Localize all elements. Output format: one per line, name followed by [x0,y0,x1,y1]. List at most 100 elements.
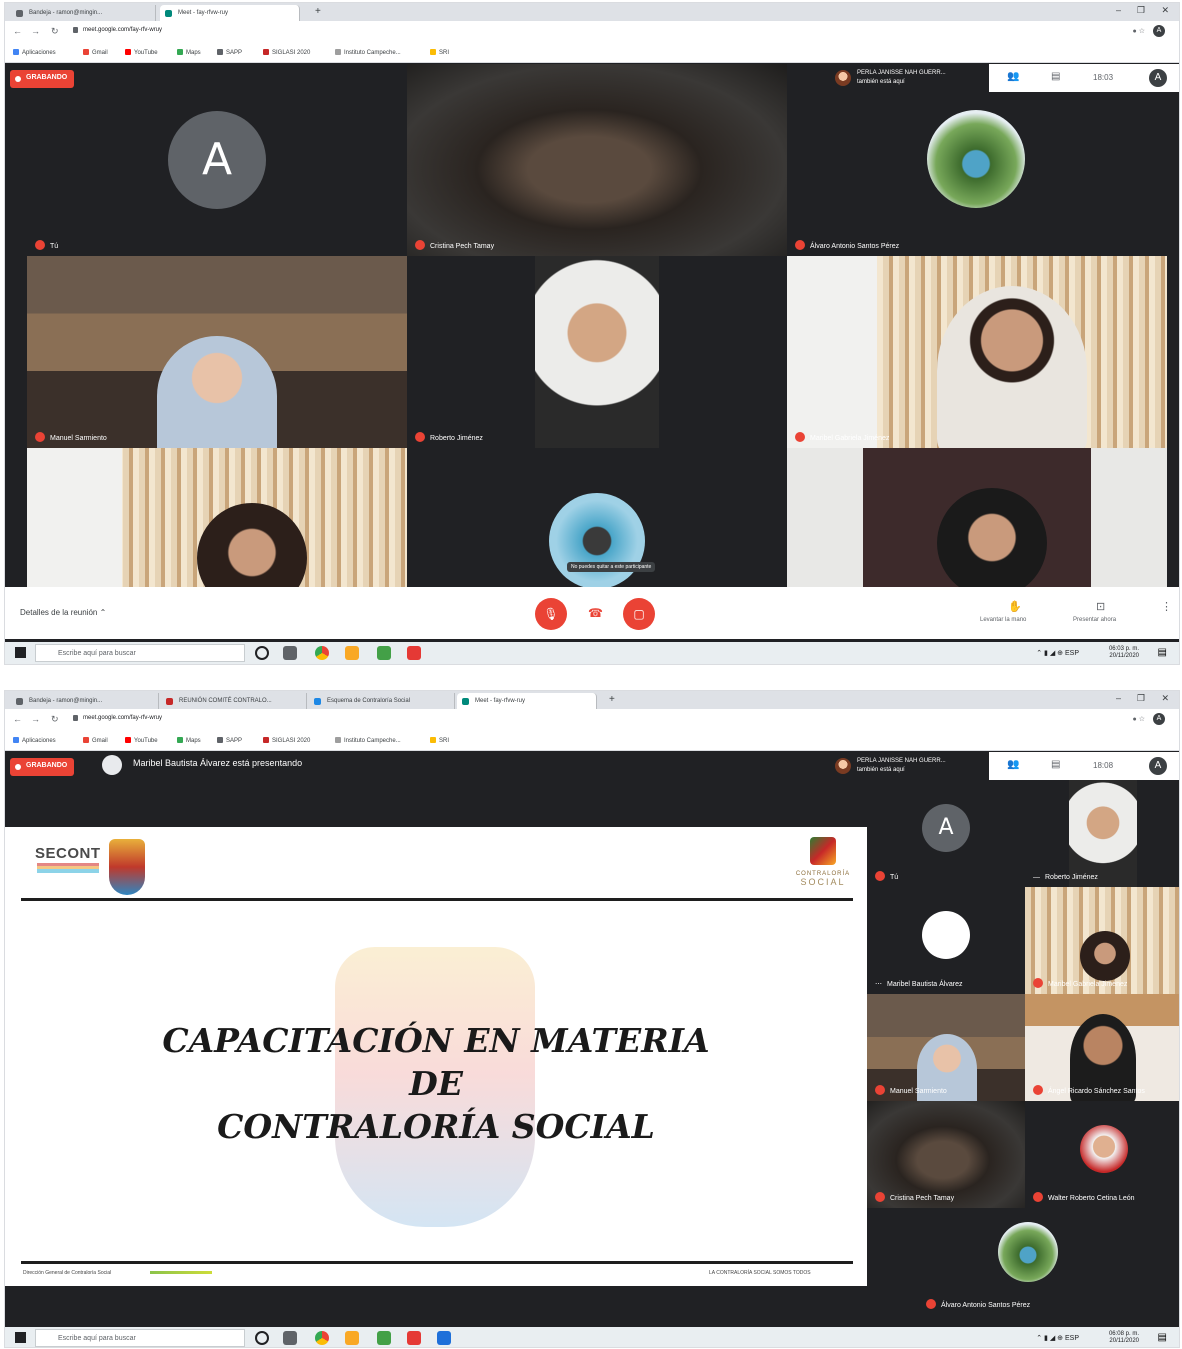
file-explorer-icon[interactable] [345,1331,359,1345]
present-now-button[interactable]: Presentar ahora [1073,617,1116,623]
cortana-icon[interactable] [255,646,269,660]
participant-tile[interactable]: Manuel Sarmiento [867,994,1025,1101]
bookmark-item[interactable]: SAPP [217,737,242,744]
raise-hand-button[interactable]: Levantar la mano [980,617,1026,623]
url-field[interactable]: meet.google.com/fay-rfv-wruy [83,27,162,33]
hang-up-icon[interactable]: ☎ [588,606,603,620]
chrome-icon[interactable] [315,646,329,660]
participant-tile[interactable]: Manuel Sarmiento [27,256,407,448]
participant-tile[interactable]: Cristina Pech Tamay [407,64,787,256]
participant-tile[interactable]: Cristina Pech Tamay [867,1101,1025,1208]
participant-tile[interactable]: No puedes quitar a este participante [407,448,787,587]
cortana-icon[interactable] [255,1331,269,1345]
taskbar-search-input[interactable]: Escribe aquí para buscar [35,644,245,662]
bookmark-item[interactable]: SRI [430,49,449,56]
participant-tile[interactable]: ⋯ Maribel Bautista Álvarez [867,887,1025,994]
self-avatar[interactable]: A [1149,757,1167,775]
participant-tile[interactable] [27,448,407,587]
bookmark-item[interactable]: SRI [430,737,449,744]
bookmark-item[interactable]: Gmail [83,737,108,744]
participant-tile[interactable]: Maribel Gabriela Jiménez [1025,887,1179,994]
participant-tile[interactable]: Álvaro Antonio Santos Pérez [918,1208,1138,1315]
file-explorer-icon[interactable] [345,646,359,660]
system-clock[interactable]: 06:08 p. m. 20/11/2020 [1109,1331,1139,1345]
close-window-icon[interactable]: ✕ [1161,693,1169,704]
bookmark-item[interactable]: SIGLASI 2020 [263,49,310,56]
participant-tile[interactable]: Ángel Ricardo Sánchez Santos [1025,994,1179,1101]
forward-icon[interactable]: → [31,26,40,36]
windows-start-icon[interactable] [15,1332,26,1343]
bookmark-item[interactable]: Aplicaciones [13,737,56,744]
url-field[interactable]: meet.google.com/fay-rfv-wruy [83,715,162,721]
new-tab-icon[interactable]: + [315,6,321,17]
bookmark-item[interactable]: Instituto Campeche... [335,49,401,56]
forward-icon[interactable]: → [31,714,40,724]
minimize-icon[interactable]: – [1116,5,1121,15]
close-window-icon[interactable]: ✕ [1161,5,1169,16]
system-tray-icons[interactable]: ⌃ ▮ ◢ ⊕ ESP [1036,649,1079,657]
mic-toggle-button[interactable]: 🎙 [535,598,567,630]
participant-tile[interactable]: A Tú [27,64,407,256]
reload-icon[interactable]: ↻ [51,714,59,725]
participant-tile[interactable]: A Tú [867,780,1025,887]
camera-toggle-button[interactable]: ▢ [623,598,655,630]
meeting-details-button[interactable]: Detalles de la reunión ⌃ [20,608,106,617]
bookmark-item[interactable]: Maps [177,737,201,744]
chrome-icon[interactable] [315,1331,329,1345]
more-options-icon[interactable]: ⋮ [1161,600,1172,613]
participant-tile[interactable] [787,448,1167,587]
people-icon[interactable]: 👥 [1007,71,1019,82]
self-avatar[interactable]: A [1149,69,1167,87]
browser-tab[interactable]: REUNIÓN COMITÉ CONTRALO... [161,693,307,709]
raise-hand-icon[interactable]: ✋ [1008,600,1022,613]
bookmark-item[interactable]: Maps [177,49,201,56]
app-icon[interactable] [377,646,391,660]
participant-tile[interactable]: Walter Roberto Cetina León [1025,1101,1179,1208]
app-icon[interactable] [377,1331,391,1345]
back-icon[interactable]: ← [13,26,22,36]
maximize-icon[interactable]: ❐ [1137,5,1145,16]
bookmark-item[interactable]: Gmail [83,49,108,56]
bookmark-item[interactable]: Aplicaciones [13,49,56,56]
notifications-icon[interactable]: ▤ [1158,647,1167,658]
browser-tab-active[interactable]: Meet - fay-rfvw-ruy [457,693,597,709]
taskbar-search-input[interactable]: Escribe aquí para buscar [35,1329,245,1347]
bookmark-item[interactable]: SIGLASI 2020 [263,737,310,744]
system-tray-icons[interactable]: ⌃ ▮ ◢ ⊕ ESP [1036,1334,1079,1342]
new-tab-icon[interactable]: + [609,694,615,705]
browser-tab-active[interactable]: Meet - fay-rfvw-ruy [160,5,300,21]
participant-tile[interactable]: — Roberto Jiménez [1025,780,1179,887]
reload-icon[interactable]: ↻ [51,26,59,37]
extension-icons[interactable]: ● ☆ [1133,715,1145,723]
windows-start-icon[interactable] [15,647,26,658]
participant-tile[interactable]: Álvaro Antonio Santos Pérez [787,64,1167,256]
bookmark-item[interactable]: YouTube [125,737,158,744]
word-icon[interactable] [437,1331,451,1345]
task-view-icon[interactable] [283,1331,297,1345]
chat-icon[interactable]: ▤ [1051,71,1060,82]
extension-icons[interactable]: ● ☆ [1133,27,1145,35]
participant-tile[interactable]: Maribel Gabriela Jiménez [787,256,1167,448]
profile-avatar[interactable]: A [1153,25,1165,37]
maximize-icon[interactable]: ❐ [1137,693,1145,704]
browser-tab[interactable]: Bandeja - ramon@mingin... [11,693,159,709]
presenter-notice[interactable]: PERLA JANISSE NAH GUERR... también está a… [827,752,989,780]
browser-tab[interactable]: Bandeja - ramon@mingin... [11,5,156,21]
chat-icon[interactable]: ▤ [1051,759,1060,770]
task-view-icon[interactable] [283,646,297,660]
browser-tab[interactable]: Esquema de Contraloría Social [309,693,455,709]
app-icon[interactable] [407,646,421,660]
bookmark-item[interactable]: YouTube [125,49,158,56]
minimize-icon[interactable]: – [1116,693,1121,703]
present-icon[interactable]: ⊡ [1096,600,1105,613]
app-icon[interactable] [407,1331,421,1345]
notifications-icon[interactable]: ▤ [1158,1332,1167,1343]
back-icon[interactable]: ← [13,714,22,724]
bookmark-item[interactable]: SAPP [217,49,242,56]
system-clock[interactable]: 06:03 p. m. 20/11/2020 [1109,646,1139,660]
profile-avatar[interactable]: A [1153,713,1165,725]
bookmark-item[interactable]: Instituto Campeche... [335,737,401,744]
participant-tile[interactable]: Roberto Jiménez [407,256,787,448]
people-icon[interactable]: 👥 [1007,759,1019,770]
presenter-notice[interactable]: PERLA JANISSE NAH GUERR... también está a… [827,64,989,92]
